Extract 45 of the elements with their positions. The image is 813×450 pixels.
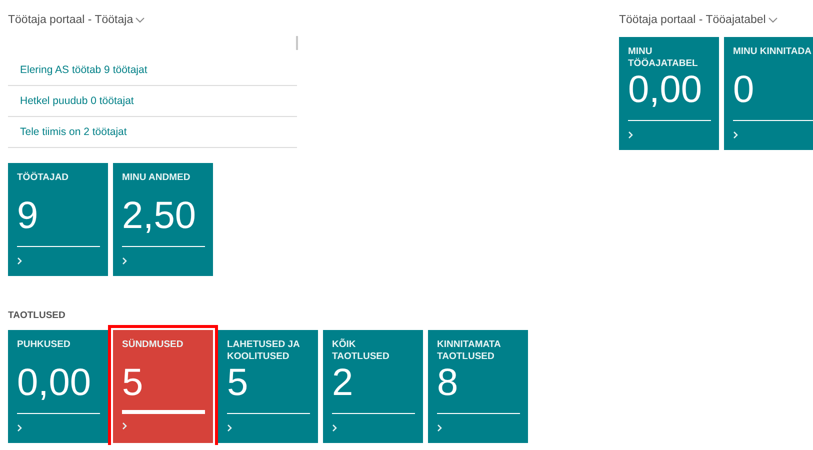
scrollbar[interactable] [296,36,298,50]
tile-label: TÖÖTAJAD [17,172,70,185]
tile-value: 2 [332,363,354,403]
cue-tile[interactable]: MINU ANDMED 2,50 [113,163,213,276]
panel-title[interactable]: Töötaja portaal - Töötaja [8,14,134,26]
cue-tile[interactable]: SÜNDMUSED 5 [113,330,213,443]
tile-label: KÕIK TAOTLUSED [332,339,390,363]
chevron-right-icon [733,131,738,139]
chevron-right-icon [227,424,232,432]
cue-tile[interactable]: MINU TÖÖAJATABEL 0,00 [619,37,719,150]
cue-tile[interactable]: TÖÖTAJAD 9 [8,163,108,276]
cue-tile[interactable]: MINU KINNITADA 0 [724,37,813,150]
tile-value: 0,00 [628,70,703,110]
tile-label: SÜNDMUSED [122,339,184,352]
tile-label: MINU TÖÖAJATABEL [628,46,699,70]
tile-value: 5 [122,363,144,403]
info-link[interactable]: Tele tiimis on 2 töötajat [20,126,127,138]
section-title: TAOTLUSED [8,310,66,321]
chevron-right-icon [17,424,22,432]
tile-value: 9 [17,196,40,236]
chevron-right-icon [122,422,127,430]
tile-label: KINNITAMATA TAOTLUSED [437,339,502,363]
tile-value: 0 [733,70,756,110]
cue-tile[interactable]: KINNITAMATA TAOTLUSED 8 [428,330,528,443]
info-link[interactable]: Hetkel puudub 0 töötajat [20,95,134,107]
cue-tile[interactable]: KÕIK TAOTLUSED 2 [323,330,423,443]
chevron-down-icon[interactable] [135,17,146,23]
tile-value: 5 [227,363,250,403]
chevron-right-icon [628,131,633,139]
tile-label: MINU ANDMED [122,172,192,185]
chevron-right-icon [122,257,127,265]
tile-label: LAHETUSED JA KOOLITUSED [227,339,300,363]
chevron-right-icon [332,424,337,432]
chevron-right-icon [437,424,442,432]
tile-value: 2,50 [122,196,197,236]
tile-label: PUHKUSED [17,339,72,352]
tile-label: MINU KINNITADA [733,46,812,59]
chevron-down-icon[interactable] [768,17,778,23]
tile-value: 0,00 [17,363,92,403]
cue-tile[interactable]: PUHKUSED 0,00 [8,330,108,443]
panel-title[interactable]: Töötaja portaal - Tööajatabel [619,14,766,26]
info-link[interactable]: Elering AS töötab 9 töötajat [20,64,148,76]
tile-value: 8 [437,363,460,403]
chevron-right-icon [17,257,22,265]
cue-tile[interactable]: LAHETUSED JA KOOLITUSED 5 [218,330,318,443]
